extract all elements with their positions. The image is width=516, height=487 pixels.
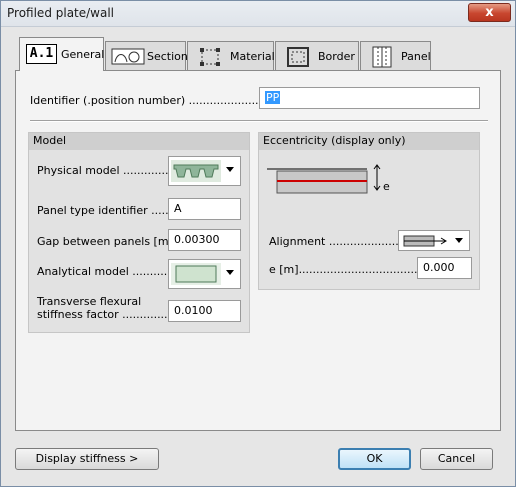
- alignment-icon: [403, 235, 447, 247]
- eccentricity-group-header: Eccentricity (display only): [259, 133, 479, 150]
- general-tab-panel: Identifier (.position number) ..........…: [15, 70, 501, 431]
- tab-general-label: General: [61, 48, 105, 61]
- cancel-button[interactable]: Cancel: [420, 448, 493, 470]
- model-group: Model Physical model ............. Panel…: [28, 132, 250, 333]
- a1-icon: A.1: [26, 44, 57, 64]
- analytical-model-select[interactable]: [168, 259, 241, 289]
- section-icon: [111, 48, 145, 65]
- profiled-plate-icon: [171, 160, 221, 182]
- eccentricity-diagram: [267, 164, 381, 194]
- panel-type-label: Panel type identifier ........: [37, 204, 180, 217]
- border-icon: [287, 47, 309, 67]
- panel-type-field[interactable]: A: [168, 198, 241, 220]
- physical-model-label: Physical model .............: [37, 164, 169, 177]
- alignment-select[interactable]: [398, 230, 470, 251]
- divider: [30, 120, 488, 122]
- ok-button[interactable]: OK: [338, 448, 411, 470]
- tab-section[interactable]: Section: [105, 41, 188, 70]
- gap-field[interactable]: 0.00300: [168, 229, 241, 251]
- analytical-model-icon: [171, 263, 221, 285]
- physical-model-select[interactable]: [168, 156, 241, 186]
- chevron-down-icon[interactable]: [455, 238, 463, 243]
- eccentricity-diagram-label: e: [383, 180, 390, 193]
- tab-panel[interactable]: Panel: [360, 41, 431, 70]
- chevron-down-icon[interactable]: [226, 270, 234, 275]
- e-label: e [m]...................................: [269, 263, 421, 276]
- eccentricity-group: Eccentricity (display only) e Alignment …: [258, 132, 480, 290]
- material-icon: [200, 48, 220, 66]
- window-title: Profiled plate/wall: [7, 6, 115, 20]
- tab-border-label: Border: [318, 50, 355, 63]
- identifier-field[interactable]: PP: [259, 87, 480, 109]
- alignment-label: Alignment ......................: [269, 235, 406, 248]
- transverse-stiffness-field[interactable]: 0.0100: [168, 300, 241, 322]
- chevron-down-icon[interactable]: [226, 167, 234, 172]
- identifier-label: Identifier (.position number) ..........…: [30, 94, 266, 107]
- model-group-header: Model: [29, 133, 249, 150]
- tab-general[interactable]: A.1 General: [19, 37, 104, 71]
- transverse-label-line2: stiffness factor ..............: [37, 308, 172, 321]
- tab-panel-label: Panel: [401, 50, 431, 63]
- tab-border[interactable]: Border: [275, 41, 359, 70]
- tab-material[interactable]: Material: [187, 41, 275, 70]
- analytical-model-label: Analytical model .............: [37, 265, 178, 278]
- display-stiffness-button[interactable]: Display stiffness >: [15, 448, 159, 470]
- e-field[interactable]: 0.000: [417, 257, 472, 279]
- gap-label: Gap between panels [m] ..: [37, 235, 184, 248]
- title-bar: Profiled plate/wall x: [1, 1, 515, 27]
- dialog-window: Profiled plate/wall x A.1 General Sectio…: [0, 0, 516, 487]
- close-button[interactable]: x: [468, 3, 511, 22]
- panel-icon: [372, 46, 392, 68]
- tab-material-label: Material: [230, 50, 275, 63]
- transverse-label-line1: Transverse flexural: [37, 295, 142, 308]
- tab-section-label: Section: [147, 50, 188, 63]
- identifier-value: PP: [265, 91, 281, 104]
